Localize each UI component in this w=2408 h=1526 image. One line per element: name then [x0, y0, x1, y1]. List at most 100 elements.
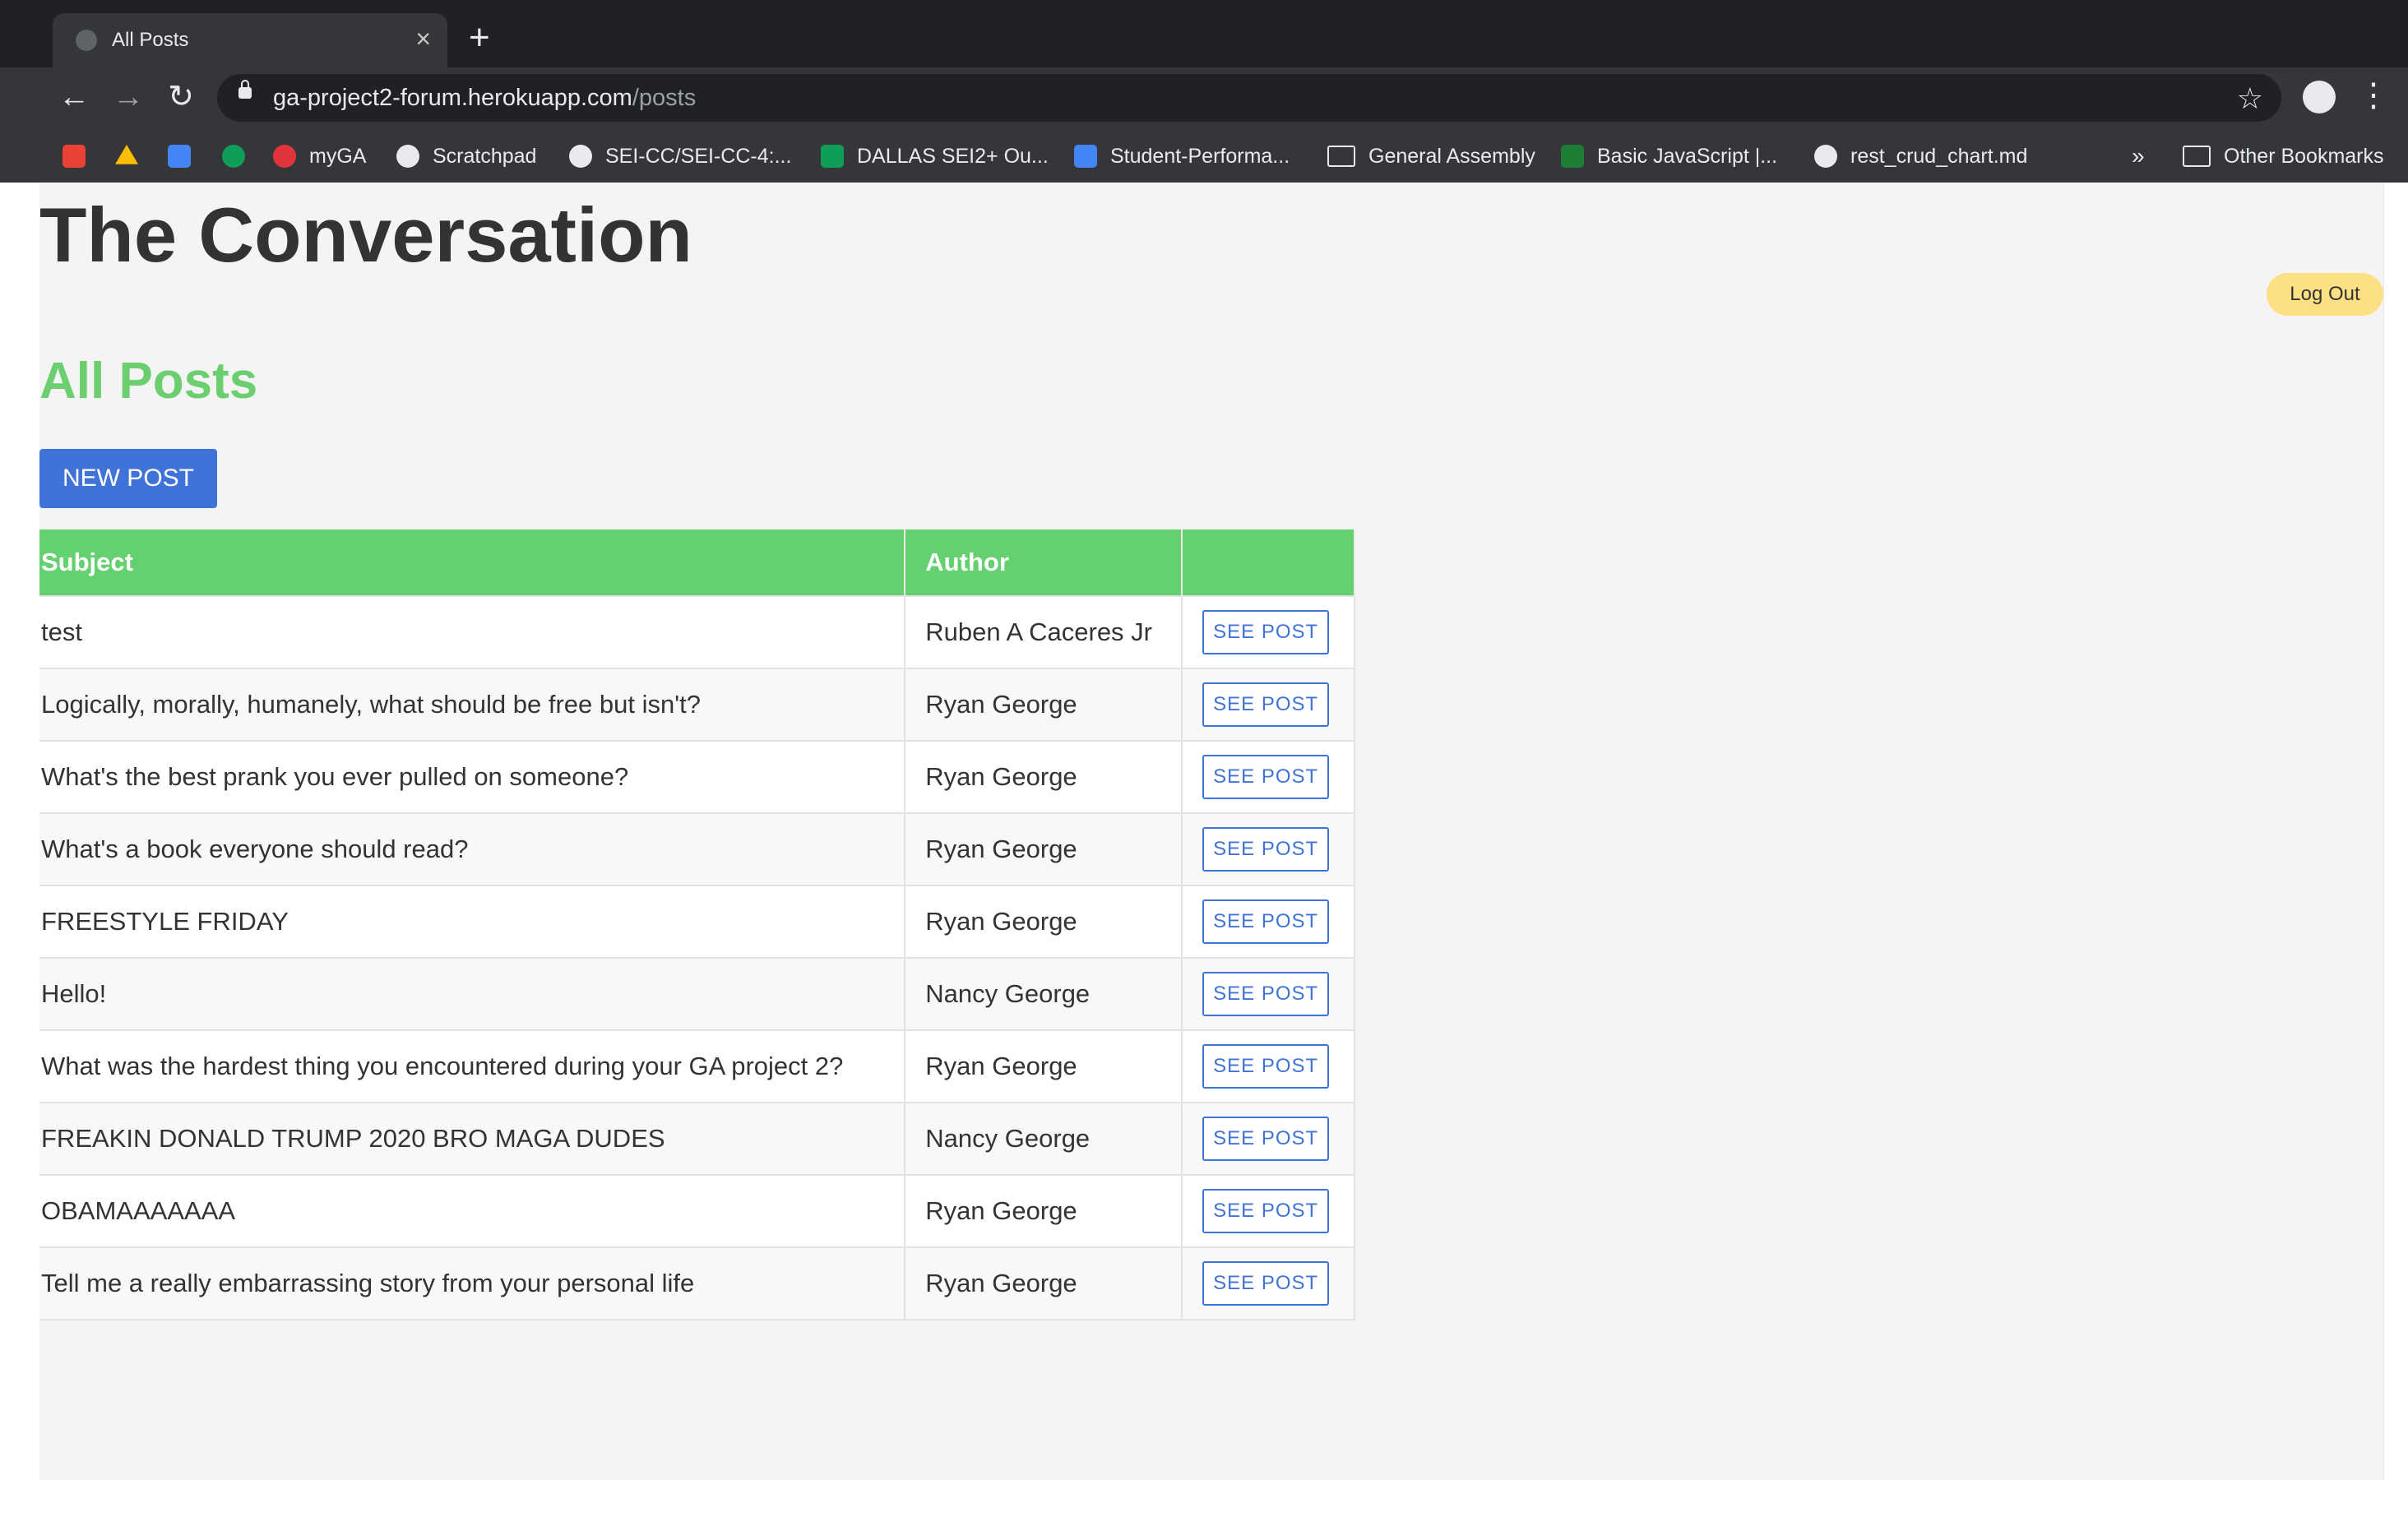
- table-row: FREAKIN DONALD TRUMP 2020 BRO MAGA DUDES…: [39, 1102, 1355, 1175]
- bookmark-label: DALLAS SEI2+ Ou...: [857, 144, 1049, 168]
- bookmarks-overflow-button[interactable]: »: [2132, 130, 2145, 183]
- bookmark-label: SEI-CC/SEI-CC-4:...: [605, 144, 792, 168]
- table-row: OBAMAAAAAAA Ryan George SEE POST: [39, 1174, 1355, 1247]
- page-title: All Posts: [39, 353, 258, 409]
- bookmark-label: myGA: [309, 144, 367, 168]
- see-post-button[interactable]: SEE POST: [1202, 1117, 1330, 1161]
- post-subject: test: [39, 595, 906, 668]
- post-subject: What's the best prank you ever pulled on…: [39, 740, 906, 813]
- post-subject: Logically, morally, humanely, what shoul…: [39, 668, 906, 741]
- new-post-button[interactable]: NEW POST: [39, 449, 217, 508]
- url-host: ga-project2-forum.herokuapp.com: [273, 85, 632, 111]
- table-row: FREESTYLE FRIDAY Ryan George SEE POST: [39, 885, 1355, 958]
- post-subject: Hello!: [39, 957, 906, 1030]
- bookmarks-bar: myGA Scratchpad SEI-CC/SEI-CC-4:... DALL…: [0, 130, 2408, 183]
- post-author: Ryan George: [905, 1174, 1183, 1247]
- url-text[interactable]: ga-project2-forum.herokuapp.com/posts: [273, 85, 696, 112]
- post-actions: SEE POST: [1182, 595, 1355, 668]
- gmail-icon: [63, 145, 86, 168]
- table-row: What's a book everyone should read? Ryan …: [39, 812, 1355, 886]
- url-path: /posts: [632, 85, 697, 111]
- new-tab-button[interactable]: +: [469, 18, 490, 58]
- bookmark-label: rest_crud_chart.md: [1850, 144, 2028, 168]
- table-header-row: Subject Author: [39, 529, 1355, 596]
- ga-icon: [273, 145, 296, 168]
- post-subject: FREAKIN DONALD TRUMP 2020 BRO MAGA DUDES: [39, 1102, 906, 1175]
- post-subject: FREESTYLE FRIDAY: [39, 885, 906, 958]
- post-actions: SEE POST: [1182, 668, 1355, 741]
- bookmark-myga[interactable]: myGA: [273, 130, 366, 183]
- post-actions: SEE POST: [1182, 885, 1355, 958]
- bookmark-dallas-sei[interactable]: DALLAS SEI2+ Ou...: [821, 130, 1049, 183]
- other-bookmarks[interactable]: Other Bookmarks: [2183, 130, 2384, 183]
- table-row: Logically, morally, humanely, what shoul…: [39, 668, 1355, 741]
- post-author: Ruben A Caceres Jr: [905, 595, 1183, 668]
- post-actions: SEE POST: [1182, 957, 1355, 1030]
- bookmark-gmail[interactable]: [63, 130, 99, 183]
- see-post-button[interactable]: SEE POST: [1202, 1189, 1330, 1233]
- bookmark-label: Student-Performa...: [1110, 144, 1290, 168]
- column-header-author: Author: [905, 529, 1183, 596]
- bookmark-drive[interactable]: [115, 130, 151, 183]
- see-post-button[interactable]: SEE POST: [1202, 755, 1330, 799]
- address-bar[interactable]: ga-project2-forum.herokuapp.com/posts ☆: [217, 74, 2281, 122]
- bookmark-label: Basic JavaScript |...: [1597, 144, 1778, 168]
- bookmark-sei-cc[interactable]: SEI-CC/SEI-CC-4:...: [569, 130, 791, 183]
- column-header-actions: [1182, 529, 1355, 596]
- bookmark-label: General Assembly: [1368, 144, 1535, 168]
- post-actions: SEE POST: [1182, 1174, 1355, 1247]
- see-post-button[interactable]: SEE POST: [1202, 899, 1330, 944]
- lock-icon: [238, 80, 252, 99]
- docs-icon: [1074, 145, 1097, 168]
- post-actions: SEE POST: [1182, 1029, 1355, 1103]
- bookmark-rest-crud[interactable]: rest_crud_chart.md: [1814, 130, 2027, 183]
- globe-icon: [396, 145, 419, 168]
- bookmark-hangouts[interactable]: [222, 130, 258, 183]
- bookmark-label: Scratchpad: [433, 144, 537, 168]
- folder-icon: [1327, 146, 1355, 167]
- post-subject: Tell me a really embarrassing story from…: [39, 1246, 906, 1320]
- browser-tab[interactable]: All Posts ×: [53, 13, 447, 67]
- bookmark-calendar[interactable]: [168, 130, 204, 183]
- see-post-button[interactable]: SEE POST: [1202, 1044, 1330, 1089]
- column-header-subject: Subject: [39, 529, 906, 596]
- bookmark-general-assembly[interactable]: General Assembly: [1327, 130, 1535, 183]
- site-title: The Conversation: [39, 192, 692, 278]
- bookmark-star-icon[interactable]: ☆: [2237, 81, 2263, 116]
- see-post-button[interactable]: SEE POST: [1202, 682, 1330, 727]
- bookmark-student-performance[interactable]: Student-Performa...: [1074, 130, 1290, 183]
- table-row: What was the hardest thing you encounter…: [39, 1029, 1355, 1103]
- calendar-icon: [168, 145, 191, 168]
- see-post-button[interactable]: SEE POST: [1202, 827, 1330, 872]
- post-actions: SEE POST: [1182, 812, 1355, 886]
- see-post-button[interactable]: SEE POST: [1202, 610, 1330, 654]
- profile-avatar[interactable]: [2303, 81, 2336, 113]
- reload-icon[interactable]: ↻: [161, 79, 201, 115]
- page-scrollbar[interactable]: [2383, 183, 2408, 1480]
- close-icon[interactable]: ×: [415, 24, 431, 54]
- bookmark-basic-javascript[interactable]: Basic JavaScript |...: [1561, 130, 1777, 183]
- bookmark-label: Other Bookmarks: [2224, 144, 2384, 168]
- hangouts-icon: [222, 145, 245, 168]
- forward-arrow-icon[interactable]: →: [109, 79, 148, 115]
- see-post-button[interactable]: SEE POST: [1202, 1261, 1330, 1306]
- table-row: Hello! Nancy George SEE POST: [39, 957, 1355, 1030]
- page-content: The Conversation Log Out All Posts NEW P…: [39, 183, 2383, 1480]
- browser-toolbar: ← → ↻ ga-project2-forum.herokuapp.com/po…: [0, 67, 2408, 130]
- more-menu-icon[interactable]: ⋮: [2357, 76, 2390, 115]
- table-row: test Ruben A Caceres Jr SEE POST: [39, 595, 1355, 668]
- post-author: Ryan George: [905, 740, 1183, 813]
- table-row: What's the best prank you ever pulled on…: [39, 740, 1355, 813]
- post-author: Ryan George: [905, 668, 1183, 741]
- post-author: Ryan George: [905, 1029, 1183, 1103]
- post-actions: SEE POST: [1182, 1102, 1355, 1175]
- logout-button[interactable]: Log Out: [2267, 273, 2383, 316]
- folder-icon: [2183, 146, 2211, 167]
- back-arrow-icon[interactable]: ←: [54, 79, 94, 115]
- bookmark-scratchpad[interactable]: Scratchpad: [396, 130, 536, 183]
- post-author: Ryan George: [905, 1246, 1183, 1320]
- posts-table: Subject Author test Ruben A Caceres Jr SEE…: [39, 529, 1355, 1320]
- see-post-button[interactable]: SEE POST: [1202, 972, 1330, 1016]
- post-subject: OBAMAAAAAAA: [39, 1174, 906, 1247]
- github-icon: [1814, 145, 1837, 168]
